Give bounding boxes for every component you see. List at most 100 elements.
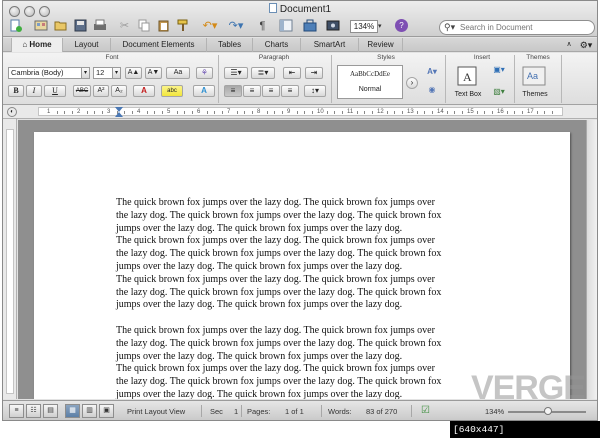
style-gallery-normal[interactable]: AaBbCcDdEe Normal	[337, 65, 403, 99]
italic-button[interactable]: I	[26, 85, 42, 97]
tab-review[interactable]: Review	[359, 38, 403, 52]
help-icon[interactable]: ?	[395, 19, 408, 32]
open-icon[interactable]	[53, 18, 68, 33]
text-line: The quick brown fox jumps over the lazy …	[116, 324, 435, 336]
horizontal-ruler[interactable]: ◐ 1 2 3 4 5 6 7 8 9 10 11 12 13 14 15 16 17	[3, 105, 597, 119]
text-effects-button[interactable]: A	[193, 85, 215, 97]
show-formatting-icon[interactable]: ¶	[255, 18, 270, 33]
templates-icon[interactable]	[33, 18, 48, 33]
print-icon[interactable]	[92, 18, 107, 33]
vertical-ruler[interactable]	[3, 119, 17, 399]
font-size-dropdown-icon[interactable]: ▾	[113, 67, 121, 79]
divider	[445, 55, 446, 103]
paragraph[interactable]: The quick brown fox jumps over the lazy …	[116, 197, 496, 312]
tab-home[interactable]: ⌂ Home	[11, 38, 63, 52]
collapse-ribbon-icon[interactable]: ∧	[563, 38, 575, 52]
ribbon-options-icon[interactable]: ⚙▾	[577, 38, 595, 52]
copy-icon[interactable]	[137, 18, 152, 33]
cut-icon[interactable]: ✂	[117, 18, 132, 33]
insert-group-label: Insert	[473, 54, 491, 61]
watermark: VERGE	[470, 369, 586, 407]
save-icon[interactable]	[73, 18, 88, 33]
justify-button[interactable]: ≡	[281, 85, 299, 97]
picture-icon[interactable]: ▧▾	[489, 87, 509, 99]
zoom-slider[interactable]	[508, 407, 586, 415]
hanging-indent-marker[interactable]	[115, 112, 123, 117]
sidebar-icon[interactable]	[278, 18, 293, 33]
paste-icon[interactable]	[156, 18, 171, 33]
draft-view-button[interactable]: ≡	[9, 404, 24, 418]
document-page[interactable]: The quick brown fox jumps over the lazy …	[34, 132, 570, 399]
paragraph-group-label: Paragraph	[258, 54, 290, 61]
spelling-status-icon[interactable]: ☑	[421, 405, 430, 416]
styles-pane-icon[interactable]: A▾	[423, 67, 441, 79]
search-input[interactable]	[460, 22, 590, 33]
ruler-tick	[491, 111, 493, 114]
print-layout-view-button[interactable]: ▦	[65, 404, 80, 418]
ruler-tick	[551, 111, 553, 114]
style-sample: AaBbCcDdEe	[349, 70, 391, 78]
paragraph[interactable]: The quick brown fox jumps over the lazy …	[116, 325, 496, 399]
text-line: jumps over the lazy dog. The quick brown…	[116, 260, 403, 272]
bullets-button[interactable]: ☰▾	[224, 67, 248, 79]
text-line: the lazy dog. The quick brown fox jumps …	[116, 248, 442, 260]
media-browser-icon[interactable]	[325, 18, 340, 33]
toolbox-icon[interactable]	[302, 18, 317, 33]
change-styles-icon[interactable]: ◉	[423, 85, 441, 97]
ruler-tick	[424, 111, 425, 114]
tab-smartart[interactable]: SmartArt	[301, 38, 359, 52]
shape-icon[interactable]: ▣▾	[489, 65, 509, 77]
align-left-button[interactable]: ≡	[224, 85, 242, 97]
zoom-dropdown-icon[interactable]: ▾	[378, 20, 386, 33]
zoom-field[interactable]: 134%	[350, 20, 378, 33]
ruler-tick	[461, 111, 463, 114]
publishing-view-button[interactable]: ▤	[43, 404, 58, 418]
bold-button[interactable]: B	[8, 85, 24, 97]
format-painter-icon[interactable]	[175, 18, 190, 33]
tab-layout[interactable]: Layout	[63, 38, 111, 52]
text-box-icon[interactable]: A	[455, 65, 479, 87]
tab-selector-icon[interactable]: ◐	[7, 107, 17, 117]
grow-font-button[interactable]: A▲	[125, 67, 142, 79]
search-icon: ⚲▾	[444, 22, 456, 32]
increase-indent-button[interactable]: ⇥	[305, 67, 323, 79]
align-center-button[interactable]: ≡	[243, 85, 261, 97]
subscript-button[interactable]: A₂	[111, 85, 127, 97]
tab-charts[interactable]: Charts	[253, 38, 301, 52]
undo-icon[interactable]: ↶▾	[199, 18, 221, 33]
tab-tables[interactable]: Tables	[207, 38, 253, 52]
search-field[interactable]: ⚲▾	[439, 20, 595, 35]
styles-more-button[interactable]: ›	[406, 77, 418, 89]
zoom-slider-thumb[interactable]	[544, 407, 552, 415]
shrink-font-button[interactable]: A▼	[145, 67, 162, 79]
decrease-indent-button[interactable]: ⇤	[283, 67, 301, 79]
full-screen-view-button[interactable]: ▣	[99, 404, 114, 418]
underline-button[interactable]: U	[44, 85, 66, 97]
divider	[561, 55, 562, 103]
vertical-scrollbar[interactable]	[586, 120, 597, 399]
superscript-button[interactable]: A²	[93, 85, 109, 97]
font-name-field[interactable]: Cambria (Body)	[8, 67, 82, 79]
ruler-number: 3	[107, 109, 111, 115]
font-name-dropdown-icon[interactable]: ▾	[82, 67, 90, 79]
highlight-button[interactable]: abc	[161, 85, 183, 97]
font-group-label: Font	[105, 54, 119, 61]
ruler-tick	[386, 111, 388, 114]
font-size-field[interactable]: 12	[93, 67, 113, 79]
document-body[interactable]: The quick brown fox jumps over the lazy …	[116, 197, 496, 399]
outline-view-button[interactable]: ☷	[26, 404, 41, 418]
themes-icon[interactable]: Aa	[521, 65, 547, 87]
line-spacing-button[interactable]: ↕▾	[304, 85, 326, 97]
redo-icon[interactable]: ↷▾	[225, 18, 247, 33]
ribbon-tab-bar: ⌂ Home Layout Document Elements Tables C…	[3, 38, 597, 52]
notebook-view-button[interactable]: ▥	[82, 404, 97, 418]
clear-formatting-button[interactable]: ⚘	[196, 67, 213, 79]
numbering-button[interactable]: ≣▾	[251, 67, 275, 79]
change-case-button[interactable]: Aa	[166, 67, 190, 79]
new-document-icon[interactable]	[8, 18, 23, 33]
tab-document-elements[interactable]: Document Elements	[111, 38, 207, 52]
strikethrough-button[interactable]: ABC	[73, 85, 91, 97]
view-name: Print Layout View	[127, 407, 186, 416]
font-color-button[interactable]: A	[133, 85, 155, 97]
align-right-button[interactable]: ≡	[262, 85, 280, 97]
